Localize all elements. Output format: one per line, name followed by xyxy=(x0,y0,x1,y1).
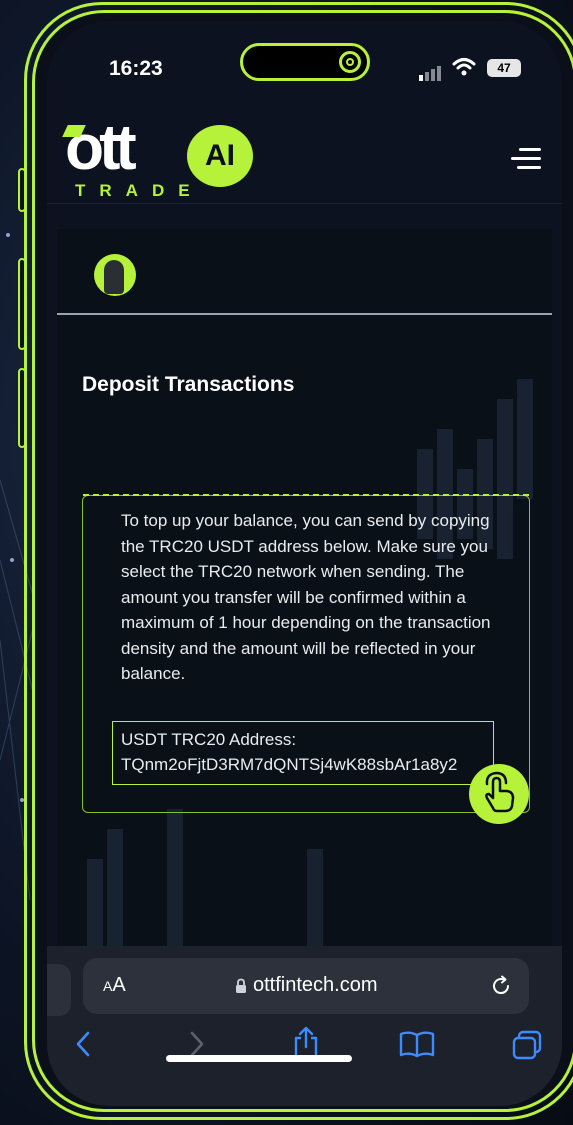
url-text: ottfintech.com xyxy=(253,974,378,996)
deposit-info-card: To top up your balance, you can send by … xyxy=(82,494,530,813)
address-value[interactable]: TQnm2oFjtD3RM7dQNTSj4wK88sbAr1a8y2 xyxy=(121,752,485,777)
battery-icon: 47 xyxy=(487,59,521,77)
forward-icon[interactable] xyxy=(185,1030,207,1058)
logo-subtext: TRADE xyxy=(75,181,204,200)
user-avatar[interactable] xyxy=(94,254,136,296)
phone-volume-up xyxy=(18,258,26,350)
menu-icon[interactable] xyxy=(511,145,545,173)
camera-icon xyxy=(339,51,361,73)
dynamic-island xyxy=(240,43,370,81)
back-icon[interactable] xyxy=(73,1030,95,1058)
page-title: Deposit Transactions xyxy=(82,373,295,396)
tabs-icon[interactable] xyxy=(511,1030,543,1060)
address-label: USDT TRC20 Address: xyxy=(121,730,297,749)
section-divider xyxy=(57,313,552,315)
lock-icon xyxy=(236,978,246,993)
browser-toolbar: AA ottfintech.com xyxy=(47,946,562,1106)
phone-volume-down xyxy=(18,368,26,448)
bookmarks-icon[interactable] xyxy=(399,1030,435,1058)
signal-icon xyxy=(419,63,443,81)
text-size-button[interactable]: AA xyxy=(103,974,126,997)
site-header: ott AI TRADE xyxy=(47,103,562,204)
wifi-icon xyxy=(452,58,476,76)
home-indicator[interactable] xyxy=(166,1055,352,1062)
logo-ai-badge: AI xyxy=(187,125,253,187)
previous-tab-preview[interactable] xyxy=(47,964,71,1016)
phone-side-button xyxy=(18,168,26,212)
phone-screen: 16:23 47 ott AI TRADE Deposit Transactio… xyxy=(47,21,562,1106)
reload-icon[interactable] xyxy=(489,974,513,998)
hand-pointer-icon[interactable] xyxy=(469,764,529,824)
deposit-instructions: To top up your balance, you can send by … xyxy=(121,511,491,683)
status-time: 16:23 xyxy=(109,57,163,80)
usdt-address-box[interactable]: USDT TRC20 Address: TQnm2oFjtD3RM7dQNTSj… xyxy=(112,721,494,785)
phone-frame-inner: 16:23 47 ott AI TRADE Deposit Transactio… xyxy=(32,10,573,1112)
address-bar[interactable]: AA ottfintech.com xyxy=(83,958,529,1014)
